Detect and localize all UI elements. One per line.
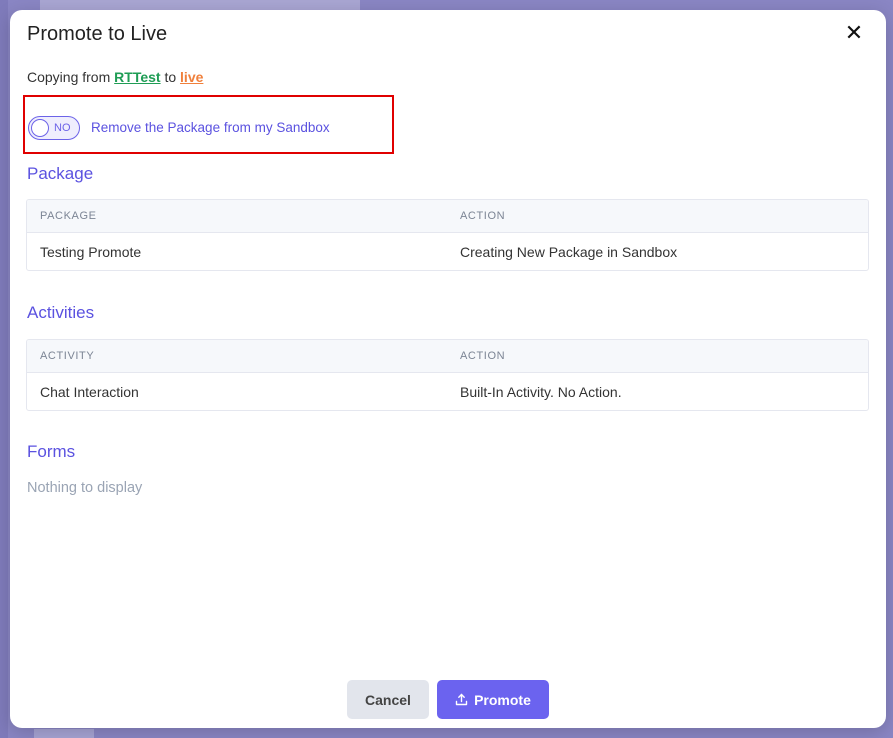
copy-middle: to	[160, 69, 181, 85]
column-header: PACKAGE	[40, 210, 97, 222]
activities-table: ACTIVITY ACTION Chat Interaction Built-I…	[26, 339, 869, 411]
source-sandbox-link[interactable]: RTTest	[114, 69, 160, 85]
activity-name-cell: Chat Interaction	[40, 383, 139, 400]
copy-prefix: Copying from	[27, 69, 115, 85]
package-name-cell: Testing Promote	[40, 243, 142, 260]
backdrop-footer-block	[34, 729, 94, 738]
table-row: Chat Interaction Built-In Activity. No A…	[27, 373, 868, 410]
close-icon: ✕	[844, 20, 864, 45]
table-header: ACTIVITY ACTION	[27, 340, 868, 373]
modal-title: Promote to Live	[27, 23, 168, 45]
column-header: ACTION	[460, 210, 506, 222]
backdrop-code-strip	[40, 0, 360, 10]
toggle-state: NO	[54, 122, 71, 134]
promote-label: Promote	[474, 691, 531, 708]
forms-empty-text: Nothing to display	[27, 480, 143, 496]
activities-section-title: Activities	[27, 303, 95, 322]
forms-section-title: Forms	[27, 442, 76, 461]
backdrop-sidebar	[0, 0, 8, 738]
package-action-cell: Creating New Package in Sandbox	[460, 243, 678, 260]
target-sandbox-link[interactable]: live	[180, 69, 203, 85]
package-section-title: Package	[27, 164, 94, 183]
column-header: ACTIVITY	[40, 350, 95, 362]
promote-button[interactable]: Promote	[437, 680, 549, 719]
toggle-knob	[31, 118, 49, 137]
copy-line: Copying from RTTest to live	[27, 69, 203, 85]
cancel-label: Cancel	[365, 691, 411, 708]
promote-modal: Promote to Live ✕ Copying from RTTest to…	[10, 10, 886, 728]
table-row: Testing Promote Creating New Package in …	[27, 233, 868, 270]
cancel-button[interactable]: Cancel	[347, 680, 429, 719]
package-table: PACKAGE ACTION Testing Promote Creating …	[26, 199, 869, 271]
close-button[interactable]: ✕	[842, 20, 866, 45]
table-header: PACKAGE ACTION	[27, 200, 868, 233]
toggle-label[interactable]: Remove the Package from my Sandbox	[91, 120, 330, 135]
column-header: ACTION	[460, 350, 506, 362]
remove-package-toggle[interactable]: NO	[28, 116, 80, 140]
upload-icon	[455, 693, 468, 706]
activity-action-cell: Built-In Activity. No Action.	[460, 383, 622, 400]
